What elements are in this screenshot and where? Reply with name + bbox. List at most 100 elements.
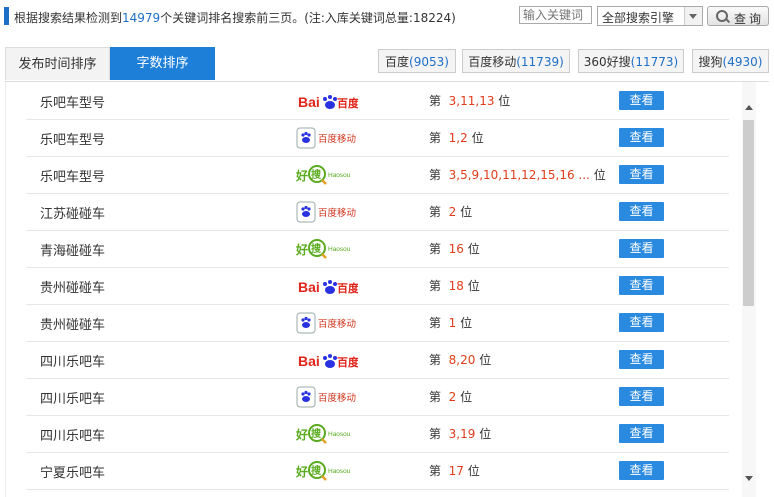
table-row: 乐吧车型号 百度移动 第 1,2 位 查看 xyxy=(26,119,729,157)
haosou-logo-icon: 好 搜 Haosou xyxy=(296,165,351,185)
rank-positions: 3,5,9,10,11,12,15,16 ... xyxy=(448,168,590,182)
rank-text: 第 1 位 xyxy=(429,316,473,330)
haosou-logo-icon: 好 搜 Haosou xyxy=(296,424,351,444)
baidu-mobile-logo-icon: 百度移动 xyxy=(296,312,356,334)
rank-positions: 18 xyxy=(448,279,464,293)
keyword-text: 乐吧车型号 xyxy=(40,170,106,185)
baidu-logo-cn: 百度 xyxy=(337,96,358,110)
baidu-logo-icon: Bai 百度 xyxy=(298,94,358,110)
view-button[interactable]: 查看 xyxy=(619,313,664,332)
haosou-logo-sou: 搜 xyxy=(311,242,322,255)
keyword-text: 乐吧车型号 xyxy=(40,96,106,111)
haosou-logo-hao: 好 xyxy=(296,242,308,257)
search-icon xyxy=(716,10,728,22)
haosou-logo-en: Haosou xyxy=(328,431,351,438)
keyword-text: 宁夏乐吧车 xyxy=(40,466,106,481)
table-row: 贵州碰碰车 百度移动 第 1 位 查看 xyxy=(26,304,729,342)
baidu-logo-icon: Bai 百度 xyxy=(298,279,358,295)
haosou-logo-hao: 好 xyxy=(296,427,308,442)
view-button[interactable]: 查看 xyxy=(619,91,664,110)
keyword-text: 贵州碰碰车 xyxy=(40,281,106,296)
rank-text: 第 2 位 xyxy=(429,205,473,219)
summary-text: 根据搜索结果检测到14979个关键词排名搜索前三页。(注:入库关键词总量:182… xyxy=(14,11,456,25)
baidu-mobile-logo-text: 百度移动 xyxy=(318,133,356,145)
view-button[interactable]: 查看 xyxy=(619,165,664,184)
table-row: 乐吧车型号 好 搜 Haosou 第 3,5,9,10,11,12,15,16 … xyxy=(26,156,729,194)
haosou-logo-hao: 好 xyxy=(296,464,308,479)
keyword-text: 四川乐吧车 xyxy=(40,355,106,370)
haosou-logo-en: Haosou xyxy=(328,172,351,179)
rank-text: 第 3,5,9,10,11,12,15,16 ... 位 xyxy=(429,168,606,182)
tab-sort-by-word-count[interactable]: 字数排序 xyxy=(110,47,215,80)
rank-text: 第 3,19 位 xyxy=(429,427,492,441)
table-row: 四川乐吧车 Bai 百度 第 8,20 位 查看 xyxy=(26,341,729,379)
rank-positions: 1,2 xyxy=(448,131,468,145)
rank-text: 第 2 位 xyxy=(429,390,473,404)
view-button[interactable]: 查看 xyxy=(619,424,664,443)
table-row: 贵州碰碰车 Bai 百度 第 18 位 查看 xyxy=(26,267,729,305)
rank-positions: 2 xyxy=(448,205,457,219)
baidu-mobile-logo-text: 百度移动 xyxy=(318,207,356,219)
keyword-text: 四川乐吧车 xyxy=(40,392,106,407)
keyword-text: 贵州碰碰车 xyxy=(40,318,106,333)
view-button[interactable]: 查看 xyxy=(619,239,664,258)
rank-positions: 17 xyxy=(448,464,464,478)
rank-text: 第 8,20 位 xyxy=(429,353,492,367)
baidu-logo-text: Bai xyxy=(298,94,320,110)
rank-positions: 8,20 xyxy=(448,353,476,367)
scrollbar-thumb[interactable] xyxy=(743,120,754,306)
baidu-logo-text: Bai xyxy=(298,353,320,369)
table-row: 青海碰碰车 好 搜 Haosou 第 16 位 查看 xyxy=(26,230,729,268)
baidu-logo-cn: 百度 xyxy=(337,281,358,295)
view-button[interactable]: 查看 xyxy=(619,128,664,147)
engine-filter-baidu-mobile[interactable]: 百度移动(11739) xyxy=(462,49,570,73)
query-button[interactable]: 查询 xyxy=(707,6,769,26)
view-button[interactable]: 查看 xyxy=(619,202,664,221)
baidu-logo-cn: 百度 xyxy=(337,355,358,369)
header: 根据搜索结果检测到14979个关键词排名搜索前三页。(注:入库关键词总量:182… xyxy=(0,0,774,34)
keyword-count: 14979 xyxy=(122,11,161,25)
rank-text: 第 1,2 位 xyxy=(429,131,484,145)
rank-positions: 3,19 xyxy=(448,427,476,441)
table-row: 乐吧车型号 Bai 百度 第 3,11,13 位 查看 xyxy=(26,82,729,120)
haosou-logo-en: Haosou xyxy=(328,468,351,475)
view-button[interactable]: 查看 xyxy=(619,350,664,369)
table-row: 江苏碰碰车 百度移动 第 2 位 查看 xyxy=(26,193,729,231)
table-row: 四川乐吧车 好 搜 Haosou 第 3,19 位 查看 xyxy=(26,415,729,453)
haosou-logo-en: Haosou xyxy=(328,246,351,253)
tab-sort-by-time[interactable]: 发布时间排序 xyxy=(5,47,110,80)
ranking-list: 乐吧车型号 Bai 百度 第 3,11,13 位查看 乐吧车型号 百度移动 第 1… xyxy=(5,82,770,497)
view-button[interactable]: 查看 xyxy=(619,387,664,406)
rank-positions: 2 xyxy=(448,390,457,404)
scrollbar[interactable] xyxy=(742,82,756,497)
rank-positions: 16 xyxy=(448,242,464,256)
engine-select-value: 全部搜索引擎 xyxy=(602,11,675,25)
baidu-logo-icon: Bai 百度 xyxy=(298,353,358,369)
header-accent-bar xyxy=(4,7,9,25)
engine-select[interactable]: 全部搜索引擎 xyxy=(597,6,703,26)
baidu-mobile-logo-text: 百度移动 xyxy=(318,318,356,330)
baidu-mobile-logo-text: 百度移动 xyxy=(318,392,356,404)
haosou-logo-sou: 搜 xyxy=(311,464,322,477)
baidu-mobile-logo-icon: 百度移动 xyxy=(296,386,356,408)
rank-positions: 3,11,13 xyxy=(448,94,495,108)
chevron-down-icon xyxy=(684,7,702,25)
query-button-label: 查询 xyxy=(734,12,765,26)
scroll-down-arrow-icon[interactable] xyxy=(742,472,756,486)
keyword-text: 青海碰碰车 xyxy=(40,244,106,259)
rank-text: 第 18 位 xyxy=(429,279,480,293)
haosou-logo-sou: 搜 xyxy=(311,427,322,440)
engine-filter-baidu[interactable]: 百度(9053) xyxy=(378,49,456,73)
view-button[interactable]: 查看 xyxy=(619,276,664,295)
view-button[interactable]: 查看 xyxy=(619,461,664,480)
table-row: 宁夏乐吧车 好 搜 Haosou 第 17 位 查看 xyxy=(26,452,729,490)
haosou-logo-icon: 好 搜 Haosou xyxy=(296,461,351,481)
scroll-up-arrow-icon[interactable] xyxy=(742,100,756,114)
baidu-mobile-logo-icon: 百度移动 xyxy=(296,201,356,223)
engine-filter-360haosou[interactable]: 360好搜(11773) xyxy=(578,49,684,73)
engine-filter-sogou[interactable]: 搜狗(4930) xyxy=(692,49,769,73)
baidu-logo-text: Bai xyxy=(298,279,320,295)
keyword-text: 乐吧车型号 xyxy=(40,133,106,148)
keyword-search-input[interactable] xyxy=(519,6,592,24)
rank-text: 第 16 位 xyxy=(429,242,480,256)
